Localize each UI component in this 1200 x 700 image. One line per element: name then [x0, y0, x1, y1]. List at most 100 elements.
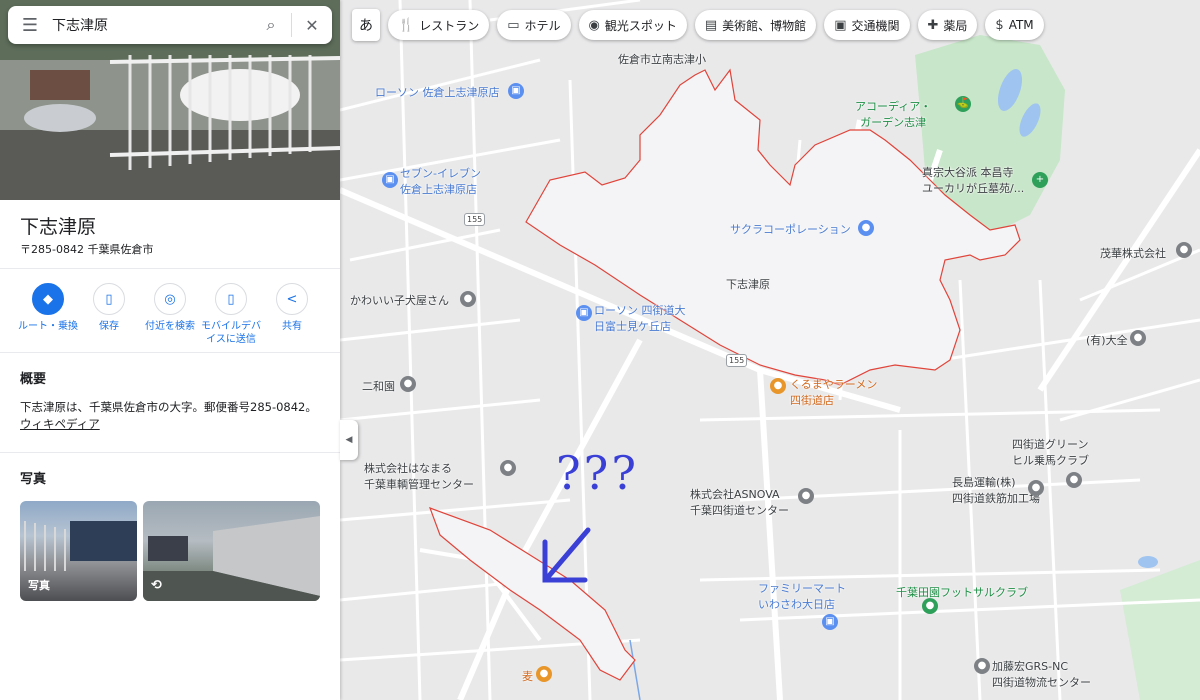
map-label-niwaen: 二和園 — [362, 380, 395, 393]
annotation-question-marks: ??? — [556, 446, 639, 500]
directions-button[interactable]: ◆ ルート・乗換 — [18, 283, 78, 333]
route-shield: 155 — [464, 213, 486, 226]
golf-pin-icon[interactable]: ⛳ — [955, 96, 971, 112]
map-label-school: 佐倉市立南志津小 — [618, 53, 706, 66]
chip-label: 観光スポット — [604, 18, 677, 33]
map-label-family: ファミリーマート いわさわ大日店 — [758, 582, 846, 611]
poi-pin-icon[interactable]: + — [1032, 172, 1048, 188]
search-box[interactable]: ☰ 下志津原 ⌕ ✕ — [8, 6, 332, 44]
pond — [1138, 556, 1158, 568]
business-pin-icon[interactable]: ● — [500, 460, 516, 476]
business-pin-icon[interactable]: ● — [1066, 472, 1082, 488]
business-pin-icon[interactable]: ● — [1028, 480, 1044, 496]
chip-label: ホテル — [524, 18, 561, 33]
map-label-lawson: ローソン 佐倉上志津原店 — [375, 86, 500, 99]
map-canvas[interactable]: 佐倉市立南志津小 ローソン 佐倉上志津原店 ▣ アコーディア・ ガーデン志津 ⛳… — [340, 0, 1200, 700]
place-address: 〒285-0842 千葉県佐倉市 — [20, 243, 154, 256]
map-label-futsal: 千葉田園フットサルクラブ — [896, 586, 1028, 599]
action-label: ルート・乗換 — [18, 321, 78, 332]
photo-thumbnail[interactable]: 写真 — [20, 501, 137, 601]
save-button[interactable]: ▯ 保存 — [79, 283, 139, 333]
chip-attraction[interactable]: ◉ 観光スポット — [578, 10, 687, 40]
business-pin-icon[interactable]: ● — [798, 488, 814, 504]
map-label-ramen: くるまやラーメン 四街道店 — [790, 378, 878, 407]
divider — [0, 452, 340, 453]
bookmark-icon: ▯ — [93, 283, 125, 315]
map-label-golf: アコーディア・ ガーデン志津 — [855, 100, 932, 129]
museum-icon: ▤ — [704, 17, 718, 33]
share-button[interactable]: < 共有 — [262, 283, 322, 333]
store-pin-icon[interactable]: ▣ — [382, 172, 398, 188]
map-label-temple: 真宗大谷派 本昌寺 ユーカリが丘墓苑/... — [922, 166, 1025, 195]
shop-pin-icon[interactable]: ● — [400, 376, 416, 392]
hotel-icon: ▭ — [507, 17, 520, 33]
send-to-phone-button[interactable]: ▯ モバイルデバ イスに送信 — [201, 283, 261, 346]
send-to-phone-icon: ▯ — [215, 283, 247, 315]
share-icon: < — [276, 283, 308, 315]
chip-transit[interactable]: ▣ 交通機関 — [824, 10, 910, 40]
search-icon[interactable]: ⌕ — [251, 15, 291, 35]
chip-hotel[interactable]: ▭ ホテル — [497, 10, 571, 40]
chip-restaurant[interactable]: 🍴 レストラン — [388, 10, 490, 40]
restaurant-icon: 🍴 — [398, 17, 415, 33]
map-label-riding: 四街道グリーン ヒル乗馬クラブ — [1012, 438, 1089, 467]
street-view-thumbnail[interactable]: ⟲ — [143, 501, 320, 601]
business-pin-icon[interactable]: ● — [1130, 330, 1146, 346]
shop-pin-icon[interactable]: ● — [460, 291, 476, 307]
business-pin-icon[interactable]: ● — [974, 658, 990, 674]
collapse-panel-button[interactable]: ◀ — [340, 420, 358, 460]
map-label-nagashima: 長島運輸(株) 四街道鉄筋加工場 — [952, 476, 1040, 505]
directions-icon: ◆ — [32, 283, 64, 315]
menu-icon[interactable]: ☰ — [8, 15, 52, 36]
overview-description: 下志津原は、千葉県佐倉市の大字。郵便番号285-0842。 — [20, 400, 317, 414]
chip-label: レストラン — [419, 18, 480, 33]
restaurant-pin-icon[interactable]: ● — [770, 378, 786, 394]
map-label-seven: セブン-イレブン 佐倉上志津原店 — [400, 167, 481, 196]
map-label-sakura: サクラコーポレーション — [730, 223, 851, 236]
action-label: 保存 — [99, 321, 119, 332]
place-title: 下志津原 — [20, 216, 97, 238]
divider — [0, 268, 340, 269]
ime-indicator[interactable]: あ — [352, 9, 380, 41]
place-details-panel: ☰ 下志津原 ⌕ ✕ 下志津原 〒285-0842 千葉県佐倉市 ◆ ルート・乗… — [0, 0, 340, 700]
map-label-lawson2: ローソン 四街道大 日富士見ケ丘店 — [594, 304, 686, 333]
chip-pharmacy[interactable]: ✚ 薬局 — [917, 10, 978, 40]
chip-label: 交通機関 — [851, 18, 900, 33]
close-icon[interactable]: ✕ — [292, 16, 332, 35]
restaurant-pin-icon[interactable]: ● — [536, 666, 552, 682]
map-label-hanamaru: 株式会社はなまる 千葉車輌管理センター — [364, 462, 474, 491]
search-input[interactable]: 下志津原 — [52, 15, 251, 35]
action-label: 付近を検索 — [145, 321, 195, 332]
category-chip-bar: あ 🍴 レストラン ▭ ホテル ◉ 観光スポット ▤ 美術館、博物館 ▣ 交通機関 ✚ 薬局… — [352, 8, 1044, 42]
business-pin-icon[interactable]: ● — [1176, 242, 1192, 258]
map-label-kato: 加藤宏GRS-NC 四街道物流センター — [992, 660, 1091, 689]
chip-museum[interactable]: ▤ 美術館、博物館 — [694, 10, 817, 40]
store-pin-icon[interactable]: ▣ — [508, 83, 524, 99]
business-pin-icon[interactable]: ● — [858, 220, 874, 236]
route-shield: 155 — [726, 354, 748, 367]
store-pin-icon[interactable]: ▣ — [576, 305, 592, 321]
nearby-button[interactable]: ◎ 付近を検索 — [140, 283, 200, 333]
chip-label: ATM — [1008, 18, 1034, 32]
attraction-icon: ◉ — [588, 17, 600, 33]
transit-icon: ▣ — [834, 17, 847, 33]
map-label-asnova: 株式会社ASNOVA 千葉四街道センター — [690, 488, 789, 517]
park-pin-icon[interactable]: ● — [922, 598, 938, 614]
street-view-icon: ⟲ — [151, 578, 162, 593]
map-label-daizen: (有)大全 — [1086, 334, 1128, 347]
pharmacy-icon: ✚ — [927, 17, 939, 33]
wikipedia-link[interactable]: ウィキペディア — [20, 417, 100, 431]
map-label-area: 下志津原 — [726, 278, 770, 291]
action-label: 共有 — [282, 321, 302, 332]
nearby-icon: ◎ — [154, 283, 186, 315]
chip-atm[interactable]: $ ATM — [985, 10, 1044, 40]
store-pin-icon[interactable]: ▣ — [822, 614, 838, 630]
chip-label: 薬局 — [943, 18, 968, 33]
photos-heading: 写真 — [20, 472, 47, 487]
overview-text: 下志津原は、千葉県佐倉市の大字。郵便番号285-0842。 ウィキペディア — [20, 399, 330, 433]
chip-label: 美術館、博物館 — [722, 18, 807, 33]
map-label-mugi: 麦 — [522, 670, 533, 683]
atm-icon: $ — [995, 17, 1004, 33]
divider — [0, 352, 340, 353]
photo-label: 写真 — [28, 579, 50, 592]
